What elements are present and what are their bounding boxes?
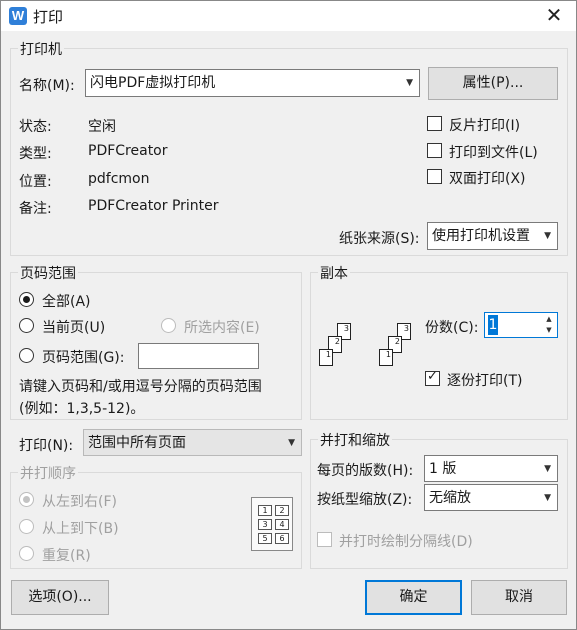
pages-per-sheet-select[interactable]: 1 版 ▼ <box>424 455 558 482</box>
range-all-label[interactable]: 全部(A) <box>42 291 91 311</box>
pages-per-sheet-value: 1 版 <box>429 461 457 477</box>
range-selection-label: 所选内容(E) <box>184 320 260 336</box>
scale-label: 按纸型缩放(Z): <box>317 492 413 508</box>
type-label: 类型: <box>19 146 52 162</box>
status-label: 状态: <box>19 119 52 135</box>
reverse-print-label[interactable]: 反片打印(I) <box>449 115 520 135</box>
chevron-down-icon: ▼ <box>288 438 295 448</box>
print-order-preview-icon: 1 2 3 4 5 6 <box>251 497 293 551</box>
zoom-group-label: 并打和缩放 <box>318 430 392 450</box>
range-selection-radio <box>161 318 176 333</box>
range-current-label[interactable]: 当前页(U) <box>42 317 105 337</box>
wps-app-icon: W <box>9 7 27 25</box>
range-all-radio[interactable] <box>19 292 34 307</box>
order-repeat-label: 重复(R) <box>42 548 91 564</box>
copies-spinner[interactable]: 1 ▲ ▼ <box>484 312 558 338</box>
order-cell: 4 <box>275 519 289 530</box>
draw-borders-checkbox <box>317 532 332 547</box>
order-cell: 2 <box>275 505 289 516</box>
copies-group-label: 副本 <box>318 263 350 283</box>
printer-name-value: 闪电PDF虚拟打印机 <box>90 75 216 91</box>
order-left-right-label: 从左到右(F) <box>42 494 117 510</box>
cancel-button[interactable]: 取消 <box>471 580 567 615</box>
page-thumb: 1 <box>379 349 393 366</box>
print-what-value: 范围中所有页面 <box>88 435 186 451</box>
range-pages-radio[interactable] <box>19 348 34 363</box>
print-to-file-label[interactable]: 打印到文件(L) <box>449 142 538 162</box>
order-cell: 5 <box>258 533 272 544</box>
page-range-input[interactable] <box>138 343 259 369</box>
reverse-print-checkbox[interactable] <box>427 116 442 131</box>
pages-per-sheet-label: 每页的版数(H): <box>317 463 414 479</box>
page-thumb: 1 <box>319 349 333 366</box>
copies-group <box>310 272 568 420</box>
order-top-bottom-radio <box>19 519 34 534</box>
copies-count-value[interactable]: 1 <box>488 315 498 335</box>
order-cell: 3 <box>258 519 272 530</box>
paper-source-label: 纸张来源(S): <box>339 231 420 247</box>
order-repeat-radio <box>19 546 34 561</box>
order-cell: 6 <box>275 533 289 544</box>
page-range-group-label: 页码范围 <box>18 263 78 283</box>
location-value: pdfcmon <box>88 171 150 187</box>
order-cell: 1 <box>258 505 272 516</box>
print-to-file-checkbox[interactable] <box>427 143 442 158</box>
print-order-group-label: 并打顺序 <box>18 463 78 483</box>
paper-source-value: 使用打印机设置 <box>432 228 530 244</box>
location-label: 位置: <box>19 174 52 190</box>
chevron-down-icon: ▼ <box>544 464 551 474</box>
printer-name-label: 名称(M): <box>19 78 75 94</box>
spinner-arrows-icon[interactable]: ▲ ▼ <box>542 314 556 336</box>
duplex-label[interactable]: 双面打印(X) <box>449 168 526 188</box>
paper-source-select[interactable]: 使用打印机设置 ▼ <box>427 222 558 250</box>
options-button[interactable]: 选项(O)... <box>11 580 109 615</box>
chevron-down-icon: ▼ <box>406 78 413 88</box>
close-icon[interactable]: ✕ <box>542 4 566 28</box>
range-current-radio[interactable] <box>19 318 34 333</box>
print-what-label: 打印(N): <box>19 438 74 454</box>
comment-value: PDFCreator Printer <box>88 198 219 214</box>
chevron-down-icon: ▼ <box>544 493 551 503</box>
collate-checkbox[interactable]: ✓ <box>425 369 440 386</box>
print-what-select[interactable]: 范围中所有页面 ▼ <box>83 429 302 456</box>
duplex-checkbox[interactable] <box>427 169 442 184</box>
status-value: 空闲 <box>88 119 116 135</box>
chevron-down-icon: ▼ <box>544 231 551 241</box>
comment-label: 备注: <box>19 201 52 217</box>
range-pages-label[interactable]: 页码范围(G): <box>42 347 125 367</box>
type-value: PDFCreator <box>88 143 168 159</box>
properties-button[interactable]: 属性(P)... <box>428 67 558 100</box>
scale-value: 无缩放 <box>429 490 471 506</box>
ok-button[interactable]: 确定 <box>365 580 462 615</box>
printer-name-select[interactable]: 闪电PDF虚拟打印机 ▼ <box>85 69 420 97</box>
printer-group-label: 打印机 <box>18 39 64 59</box>
order-left-right-radio <box>19 492 34 507</box>
page-range-hint-2: (例如：1,3,5-12)。 <box>19 401 145 417</box>
title-bar: W 打印 ✕ <box>1 1 576 31</box>
order-top-bottom-label: 从上到下(B) <box>42 521 119 537</box>
draw-borders-label: 并打时绘制分隔线(D) <box>339 534 473 550</box>
window-title: 打印 <box>33 8 64 26</box>
collate-label[interactable]: 逐份打印(T) <box>447 370 522 390</box>
copies-count-label: 份数(C): <box>425 320 479 336</box>
scale-select[interactable]: 无缩放 ▼ <box>424 484 558 511</box>
page-range-hint-1: 请键入页码和/或用逗号分隔的页码范围 <box>19 379 262 395</box>
print-dialog: W 打印 ✕ 打印机 名称(M): 闪电PDF虚拟打印机 ▼ 属性(P)... … <box>0 0 577 630</box>
